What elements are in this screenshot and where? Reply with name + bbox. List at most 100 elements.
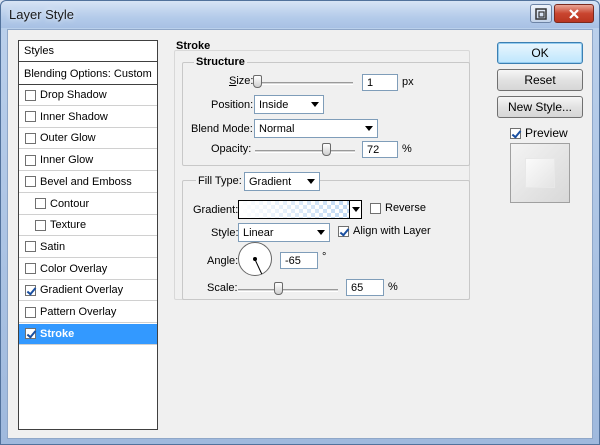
styles-list: Styles Blending Options: Custom Drop Sha… [18,40,158,430]
reverse-checkbox[interactable]: Reverse [370,202,426,214]
style-item-contour[interactable]: Contour [19,194,157,215]
preview-label: Preview [525,126,568,140]
fill-type-select[interactable]: Gradient [244,172,320,191]
style-item-inner-shadow[interactable]: Inner Shadow [19,107,157,128]
opacity-slider-track[interactable] [255,150,355,153]
opacity-slider-thumb[interactable] [322,143,331,156]
style-select[interactable]: Linear [238,223,330,242]
opacity-label: Opacity: [211,143,252,155]
style-item-checkbox[interactable] [25,284,36,296]
style-item-checkbox[interactable] [25,328,36,340]
styles-header-label: Styles [24,45,54,57]
style-item-label: Texture [50,219,87,232]
dialog-client: Styles Blending Options: Custom Drop Sha… [7,29,593,439]
size-unit: px [402,76,414,88]
close-button[interactable] [554,4,594,23]
size-input[interactable] [362,74,398,91]
opacity-unit: % [402,143,412,155]
gradient-label: Gradient: [193,204,239,216]
preview-thumbnail [510,143,570,203]
style-item-bevel-and-emboss[interactable]: Bevel and Emboss [19,172,157,193]
scale-slider-track[interactable] [238,289,338,292]
style-select-value: Linear [243,226,274,239]
reset-button[interactable]: Reset [497,69,583,91]
style-item-satin[interactable]: Satin [19,237,157,258]
preview-thumbnail-inner [525,158,555,188]
style-item-label: Stroke [40,327,75,340]
position-select-value: Inside [259,98,289,111]
style-item-color-overlay[interactable]: Color Overlay [19,259,157,280]
style-item-texture[interactable]: Texture [19,215,157,237]
scale-input[interactable] [346,279,384,296]
size-label: Size: [229,75,254,87]
structure-title: Structure [194,56,247,68]
position-label: Position: [211,99,254,111]
fill-type-select-value: Gradient [249,175,292,188]
chevron-down-icon [307,179,315,184]
style-label: Style: [211,227,239,239]
gradient-picker[interactable] [238,200,362,219]
style-item-label: Inner Shadow [40,110,108,123]
angle-unit: ° [322,251,327,263]
style-item-label: Contour [50,197,90,210]
style-item-checkbox[interactable] [35,198,46,209]
close-icon [569,8,579,19]
preview-checkbox-box[interactable] [510,127,521,139]
style-item-checkbox[interactable] [25,89,36,101]
align-checkbox-box[interactable] [338,225,349,237]
reverse-label: Reverse [385,202,426,214]
help-button[interactable] [530,4,552,23]
style-item-checkbox[interactable] [35,219,46,231]
new-style-button[interactable]: New Style... [497,96,583,118]
preview-checkbox[interactable]: Preview [510,126,568,140]
help-icon [535,7,547,20]
style-item-pattern-overlay[interactable]: Pattern Overlay [19,302,157,323]
size-slider-track[interactable] [253,82,353,85]
angle-dial-center [253,257,257,261]
scale-slider-thumb[interactable] [274,282,283,295]
style-item-checkbox[interactable] [25,111,36,123]
style-item-checkbox[interactable] [25,306,36,318]
position-select[interactable]: Inside [254,95,324,114]
style-item-checkbox[interactable] [25,263,36,275]
angle-label: Angle: [207,255,239,267]
reverse-checkbox-box[interactable] [370,202,381,214]
window-title: Layer Style [9,7,75,22]
style-item-drop-shadow[interactable]: Drop Shadow [19,85,157,106]
chevron-down-icon [365,126,373,131]
blending-options-label: Blending Options: Custom [24,67,152,80]
align-with-layer-label: Align with Layer [353,225,431,237]
blend-mode-select[interactable]: Normal [254,119,378,138]
style-item-outer-glow[interactable]: Outer Glow [19,128,157,150]
scale-unit: % [388,281,398,293]
style-item-checkbox[interactable] [25,176,36,188]
blend-mode-select-value: Normal [259,122,295,135]
chevron-down-icon [311,102,319,107]
angle-dial[interactable] [238,242,272,276]
style-item-checkbox[interactable] [25,154,36,166]
chevron-down-icon [317,230,325,235]
size-slider-thumb[interactable] [253,75,262,88]
layer-style-window: Layer Style Styles Blending Options: Cus… [0,0,600,445]
style-item-label: Satin [40,240,66,253]
style-item-label: Inner Glow [40,154,94,167]
ok-button[interactable]: OK [497,42,583,64]
blend-mode-label: Blend Mode: [191,123,253,135]
style-item-label: Gradient Overlay [40,284,124,297]
angle-input[interactable] [280,252,318,269]
style-item-gradient-overlay[interactable]: Gradient Overlay [19,280,157,302]
angle-dial-needle [254,259,263,275]
style-item-checkbox[interactable] [25,241,36,253]
gradient-dropdown-button[interactable] [349,201,361,218]
opacity-input[interactable] [362,141,398,158]
align-with-layer-checkbox[interactable]: Align with Layer [338,225,431,237]
style-item-label: Drop Shadow [40,89,107,101]
style-item-label: Outer Glow [40,132,96,145]
style-item-stroke[interactable]: Stroke [19,323,157,345]
styles-header[interactable]: Styles [19,41,157,62]
style-item-inner-glow[interactable]: Inner Glow [19,150,157,172]
title-bar[interactable]: Layer Style [1,1,599,28]
blending-options[interactable]: Blending Options: Custom [19,63,157,85]
style-item-checkbox[interactable] [25,132,36,144]
scale-label: Scale: [207,282,238,294]
